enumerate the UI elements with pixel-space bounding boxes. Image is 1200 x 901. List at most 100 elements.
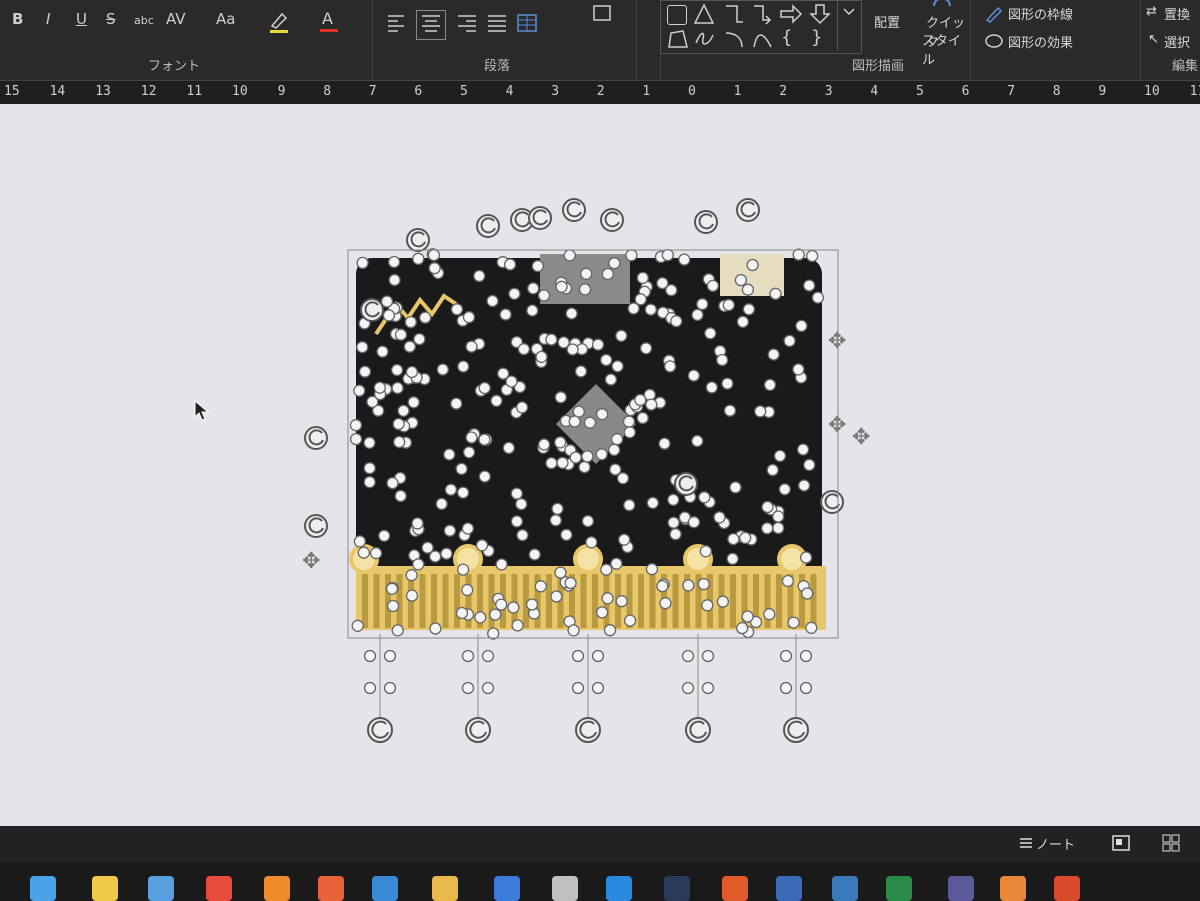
resize-handle[interactable] bbox=[550, 590, 563, 603]
resize-handle[interactable] bbox=[681, 649, 695, 663]
resize-handle[interactable] bbox=[741, 610, 754, 623]
resize-handle[interactable] bbox=[363, 681, 377, 695]
resize-handle[interactable] bbox=[571, 649, 585, 663]
resize-handle[interactable] bbox=[394, 489, 407, 503]
freeform-icon[interactable] bbox=[667, 29, 689, 53]
rotate-handle-icon[interactable] bbox=[685, 717, 711, 743]
excel-icon[interactable] bbox=[886, 876, 912, 901]
resize-handle[interactable] bbox=[429, 622, 442, 635]
resize-handle[interactable] bbox=[761, 500, 774, 514]
resize-handle[interactable] bbox=[646, 496, 659, 510]
resize-handle[interactable] bbox=[499, 308, 512, 321]
resize-handle[interactable] bbox=[571, 681, 585, 695]
image-icon[interactable] bbox=[832, 876, 858, 901]
rotate-handle-icon[interactable] bbox=[820, 490, 844, 514]
elbow-arrow-icon[interactable] bbox=[751, 3, 773, 29]
resize-handle[interactable] bbox=[357, 546, 370, 559]
resize-handle[interactable] bbox=[461, 583, 474, 597]
resize-handle[interactable] bbox=[667, 516, 680, 529]
resize-handle[interactable] bbox=[461, 649, 475, 663]
resize-handle[interactable] bbox=[799, 551, 813, 564]
font-color-icon[interactable]: A bbox=[318, 8, 340, 32]
resize-handle[interactable] bbox=[625, 249, 638, 262]
resize-handle[interactable] bbox=[767, 348, 780, 361]
align-left-icon[interactable] bbox=[386, 14, 408, 36]
resize-handle[interactable] bbox=[723, 404, 737, 417]
resize-handle[interactable] bbox=[456, 486, 470, 499]
resize-handle[interactable] bbox=[701, 649, 715, 663]
resize-handle[interactable] bbox=[713, 511, 726, 524]
notes-button[interactable]: ノート bbox=[1036, 834, 1075, 853]
shadow-button[interactable]: abc bbox=[134, 14, 154, 27]
horizontal-ruler[interactable]: 15141312111098765432101234567891011 bbox=[0, 80, 1200, 106]
resize-handle[interactable] bbox=[792, 248, 805, 261]
move-handle-icon[interactable]: ✥ bbox=[852, 425, 870, 450]
resize-handle[interactable] bbox=[380, 295, 394, 308]
resize-handle[interactable] bbox=[502, 441, 515, 455]
resize-handle[interactable] bbox=[393, 435, 406, 449]
resize-handle[interactable] bbox=[622, 415, 636, 428]
italic-button[interactable]: I bbox=[46, 10, 50, 28]
align-center-icon[interactable] bbox=[416, 10, 446, 40]
resize-handle[interactable] bbox=[566, 343, 579, 356]
resize-handle[interactable] bbox=[763, 608, 776, 621]
resize-handle[interactable] bbox=[585, 536, 598, 549]
resize-handle[interactable] bbox=[405, 569, 418, 582]
justify-icon[interactable] bbox=[486, 14, 508, 36]
resize-handle[interactable] bbox=[534, 580, 547, 593]
resize-handle[interactable] bbox=[358, 365, 372, 378]
resize-handle[interactable] bbox=[508, 287, 521, 300]
firefox-icon[interactable] bbox=[264, 876, 290, 901]
quick-style-label-2[interactable]: スタイル bbox=[922, 30, 970, 68]
rotate-handle-icon[interactable] bbox=[562, 198, 586, 222]
resize-handle[interactable] bbox=[349, 419, 363, 432]
resize-handle[interactable] bbox=[729, 481, 742, 494]
resize-handle[interactable] bbox=[356, 341, 369, 354]
resize-handle[interactable] bbox=[792, 363, 805, 376]
shape-outline-label[interactable]: 図形の枠線 bbox=[1008, 4, 1073, 23]
arc-icon[interactable] bbox=[723, 29, 745, 53]
resize-handle[interactable] bbox=[462, 446, 476, 459]
resize-handle[interactable] bbox=[429, 550, 442, 563]
search-icon[interactable] bbox=[1000, 876, 1026, 901]
resize-handle[interactable] bbox=[691, 308, 704, 322]
resize-handle[interactable] bbox=[604, 373, 618, 386]
resize-handle[interactable] bbox=[489, 608, 502, 621]
powerpoint-icon[interactable] bbox=[1054, 876, 1080, 901]
resize-handle[interactable] bbox=[475, 539, 489, 552]
resize-handle[interactable] bbox=[811, 291, 825, 304]
resize-handle[interactable] bbox=[387, 255, 401, 269]
steam-icon[interactable] bbox=[664, 876, 690, 901]
resize-handle[interactable] bbox=[783, 334, 796, 348]
resize-handle[interactable] bbox=[531, 259, 544, 273]
resize-handle[interactable] bbox=[517, 343, 531, 356]
resize-handle[interactable] bbox=[608, 443, 621, 457]
text-direction-icon[interactable] bbox=[592, 4, 614, 26]
resize-handle[interactable] bbox=[681, 681, 695, 695]
resize-handle[interactable] bbox=[450, 303, 464, 316]
resize-handle[interactable] bbox=[394, 328, 408, 341]
resize-handle[interactable] bbox=[706, 279, 720, 292]
replace-label[interactable]: 置換 bbox=[1164, 4, 1190, 23]
resize-handle[interactable] bbox=[411, 517, 424, 530]
resize-handle[interactable] bbox=[716, 353, 729, 367]
columns-icon[interactable] bbox=[516, 14, 538, 36]
resize-handle[interactable] bbox=[574, 365, 588, 378]
resize-handle[interactable] bbox=[583, 416, 597, 429]
weather-icon[interactable] bbox=[92, 876, 118, 901]
resize-handle[interactable] bbox=[699, 545, 712, 558]
notes-icon[interactable] bbox=[1018, 835, 1034, 855]
resize-handle[interactable] bbox=[801, 587, 814, 600]
calendar-icon[interactable] bbox=[148, 876, 174, 901]
resize-handle[interactable] bbox=[443, 448, 456, 461]
resize-handle[interactable] bbox=[595, 448, 608, 461]
resize-handle[interactable] bbox=[580, 267, 593, 280]
resize-handle[interactable] bbox=[746, 258, 759, 272]
resize-handle[interactable] bbox=[595, 408, 609, 421]
rotate-handle-icon[interactable] bbox=[575, 717, 601, 743]
resize-handle[interactable] bbox=[537, 289, 551, 302]
resize-handle[interactable] bbox=[716, 595, 730, 608]
resize-handle[interactable] bbox=[687, 516, 701, 529]
resize-handle[interactable] bbox=[478, 381, 491, 395]
resize-handle[interactable] bbox=[407, 396, 420, 409]
